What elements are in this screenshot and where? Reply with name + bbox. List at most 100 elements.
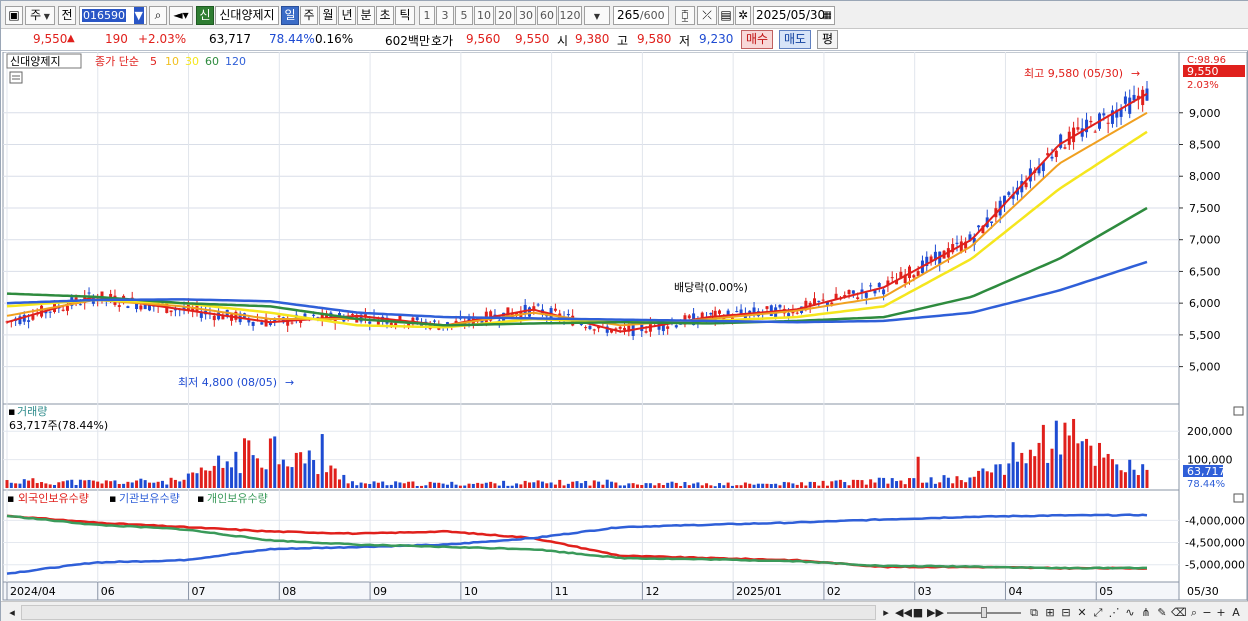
fast-forward-icon[interactable]: ▶▶ <box>927 605 944 620</box>
market-select[interactable]: 주 ▼ <box>25 6 55 25</box>
period-minute[interactable]: 분 <box>357 6 375 25</box>
font-size-icon[interactable]: A <box>1229 605 1243 620</box>
volume-bar <box>9 482 13 488</box>
volume-bar <box>635 484 639 488</box>
x-tick-label: 08 <box>282 585 296 598</box>
scroll-left-icon[interactable]: ◂ <box>5 605 19 620</box>
volume-bar <box>122 483 126 488</box>
market-label: 주 <box>30 8 42 22</box>
volume-bar <box>471 483 475 488</box>
zoom-slider-thumb[interactable] <box>981 607 987 618</box>
period-month[interactable]: 월 <box>319 6 337 25</box>
volume-bar <box>860 480 864 488</box>
volume-bar <box>605 479 609 488</box>
stock-name: 신대양제지 <box>215 6 279 25</box>
volume-bar <box>225 461 229 488</box>
candle-body <box>882 289 886 295</box>
stop-icon[interactable]: ■ <box>911 605 925 620</box>
period-day[interactable]: 일 <box>281 6 299 25</box>
volume-bar <box>601 484 605 488</box>
draw-tool-icon[interactable]: ✕ <box>1075 605 1089 620</box>
scroll-track[interactable] <box>21 605 876 620</box>
interval-10[interactable]: 10 <box>474 6 494 25</box>
volume-bar <box>748 483 752 488</box>
prev-button[interactable]: 전 <box>58 6 76 25</box>
volume-bar <box>476 482 480 488</box>
institution-marker: ▪ <box>109 492 116 505</box>
volume-bar <box>312 460 316 488</box>
stock-code-input[interactable]: 016590 ▼ <box>79 6 147 25</box>
chart-icon[interactable]: ⊞ <box>1043 605 1057 620</box>
volume-bar <box>834 480 838 488</box>
eval-button[interactable]: 평 <box>817 30 839 49</box>
calculator-icon[interactable] <box>9 71 23 84</box>
candle-body <box>821 299 825 301</box>
zoom-out-icon[interactable]: − <box>1201 605 1213 620</box>
holding-close-icon[interactable] <box>1233 493 1244 503</box>
volume-bar <box>718 483 721 488</box>
save-icon[interactable]: ▤ <box>718 6 734 25</box>
volume-bar <box>890 478 894 488</box>
volume-bar <box>912 478 916 488</box>
volume-bar <box>91 480 95 488</box>
eraser-icon[interactable]: ⌫ <box>1171 605 1187 620</box>
fork-icon[interactable]: ⋔ <box>1139 605 1153 620</box>
volume-bar <box>204 470 208 488</box>
credit-badge[interactable]: 신 <box>196 6 214 25</box>
candle-body <box>588 325 592 330</box>
price-tick-label: 8,000 <box>1189 170 1221 183</box>
zoom-icon[interactable]: ⌕ <box>1187 605 1201 620</box>
copy-icon[interactable]: ⧉ <box>1027 605 1041 620</box>
volume-bar <box>411 481 415 488</box>
zoom-slider[interactable] <box>947 605 1021 620</box>
volume-bar <box>152 482 156 488</box>
search-icon[interactable]: ⌕ <box>149 6 167 25</box>
individual-legend: 개인보유수량 <box>207 492 268 505</box>
volume-bar <box>657 483 661 488</box>
wave-icon[interactable]: ∿ <box>1123 605 1137 620</box>
interval-60[interactable]: 60 <box>537 6 557 25</box>
volume-bar <box>286 466 290 488</box>
trend-icon[interactable]: ⤢ <box>1091 605 1105 620</box>
interval-3[interactable]: 3 <box>436 6 454 25</box>
volume-bar <box>549 482 553 488</box>
interval-30[interactable]: 30 <box>516 6 536 25</box>
interval-20[interactable]: 20 <box>495 6 515 25</box>
rewind-icon[interactable]: ◀◀ <box>895 605 912 620</box>
individual-marker: ▪ <box>197 492 204 505</box>
open-label: 시 <box>557 34 569 48</box>
count-input[interactable]: 265/600 <box>613 6 669 25</box>
volume-bar <box>255 458 259 488</box>
volume-bar <box>946 477 950 488</box>
period-year[interactable]: 년 <box>338 6 356 25</box>
gear-icon[interactable]: ✲ <box>735 6 751 25</box>
layout-icon[interactable]: ⊟ <box>1059 605 1073 620</box>
interval-5[interactable]: 5 <box>455 6 473 25</box>
candle-type-icon[interactable]: ⧮ <box>675 6 695 25</box>
candle-body <box>350 314 354 316</box>
pattern-icon[interactable]: ⋰ <box>1107 605 1121 620</box>
brush-icon[interactable]: ✎ <box>1155 605 1169 620</box>
sell-button[interactable]: 매도 <box>779 30 812 49</box>
volume-bar <box>359 482 363 488</box>
date-input[interactable]: 2025/05/30 ▦ <box>753 6 835 25</box>
scroll-right-icon[interactable]: ▸ <box>879 605 893 620</box>
interval-custom-select[interactable]: ▼ <box>584 6 610 25</box>
speaker-icon[interactable]: ◄▾ <box>169 6 193 25</box>
line-tool-icon[interactable]: ⤫ <box>697 6 717 25</box>
window-menu-icon[interactable]: ▣ <box>5 6 23 25</box>
x-tick-label: 2024/04 <box>10 585 56 598</box>
zoom-in-icon[interactable]: + <box>1215 605 1227 620</box>
volume-bar <box>981 468 985 488</box>
volume-bar <box>955 476 959 488</box>
period-tick[interactable]: 틱 <box>395 6 415 25</box>
volume-bar <box>126 481 130 488</box>
candle-body <box>977 225 981 228</box>
interval-120[interactable]: 120 <box>558 6 582 25</box>
volume-close-icon[interactable] <box>1233 406 1244 416</box>
period-week[interactable]: 주 <box>300 6 318 25</box>
period-second[interactable]: 초 <box>376 6 394 25</box>
candle-body <box>27 320 31 322</box>
buy-button[interactable]: 매수 <box>741 30 774 49</box>
interval-1[interactable]: 1 <box>419 6 435 25</box>
